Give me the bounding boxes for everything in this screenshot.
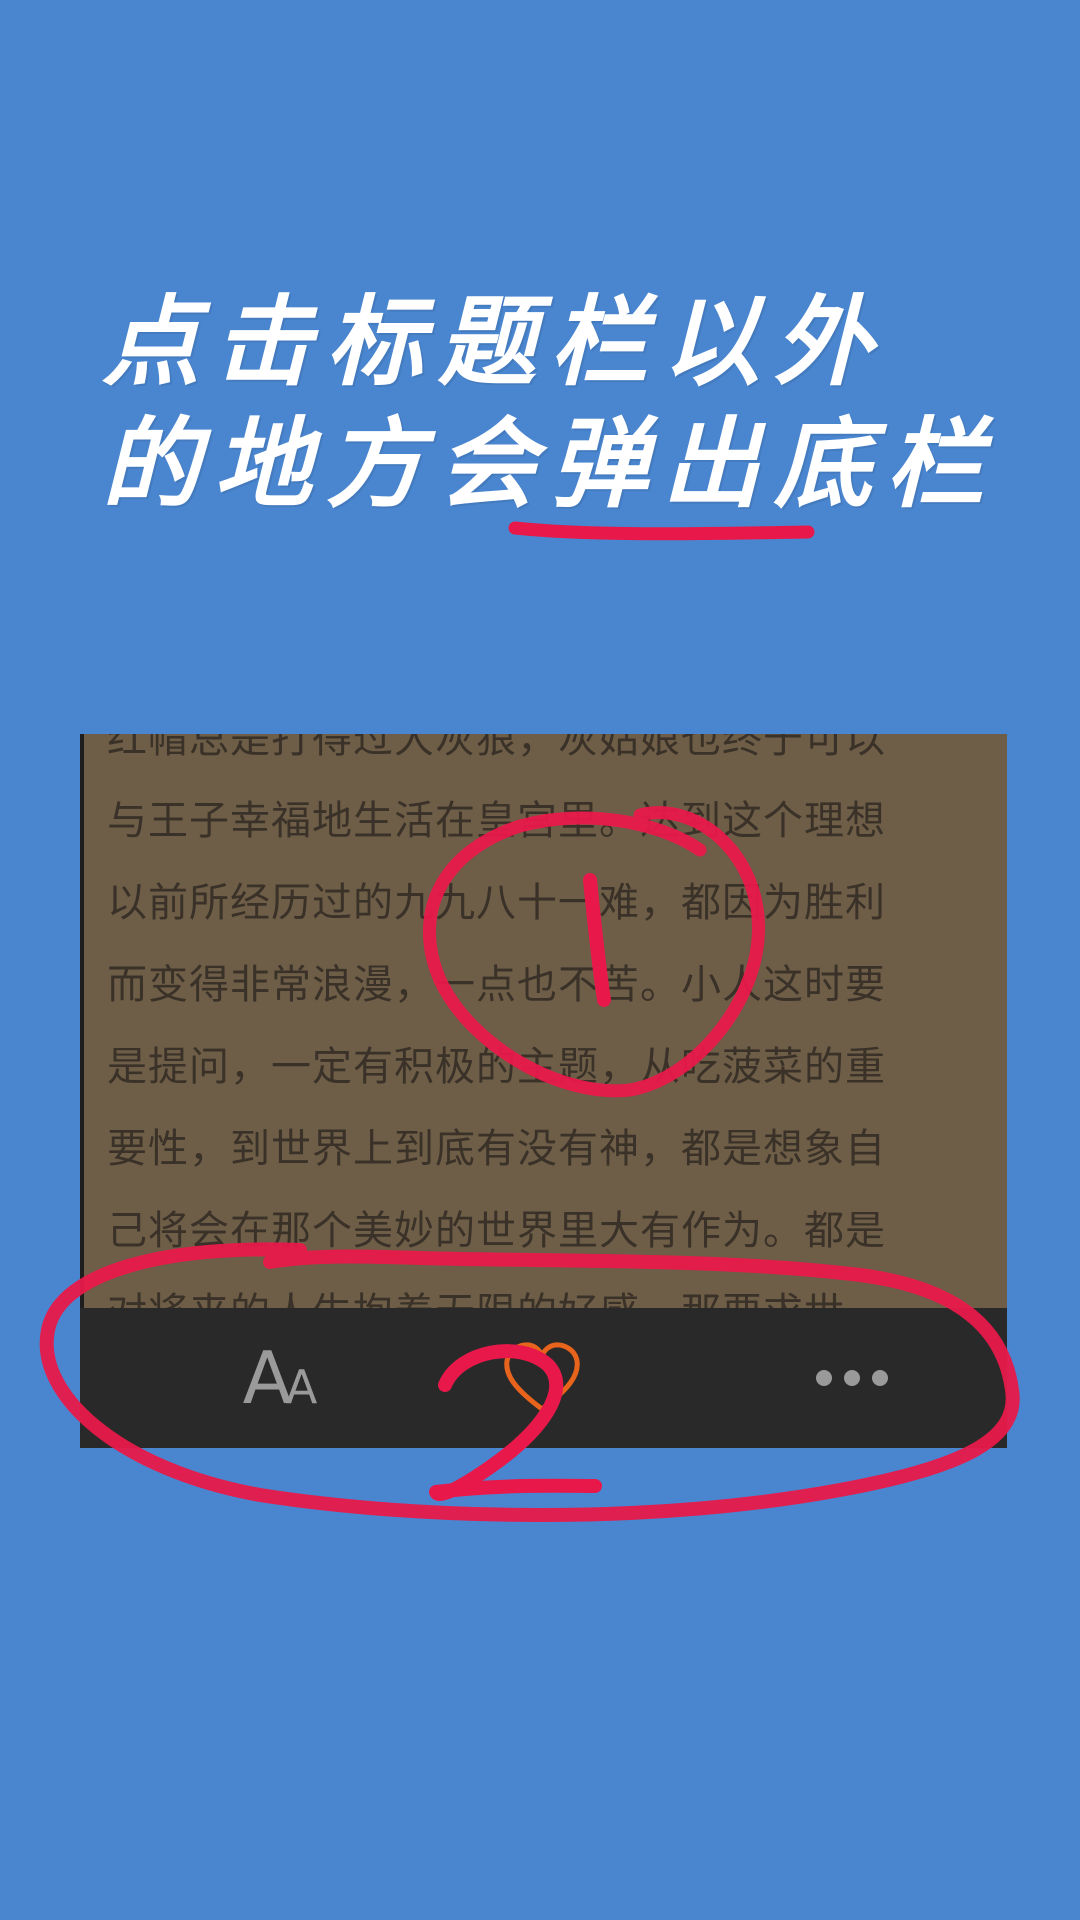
text-line: 与王子幸福地生活在皇宫里。达到这个理想 — [107, 798, 886, 844]
headline-line-1: 点击标题栏以外 — [102, 285, 887, 400]
text-line: 以前所经历过的九九八十一难，都因为胜利 — [107, 880, 886, 926]
text-line: 而变得非常浪漫，一点也不苦。小人这时要 — [107, 962, 886, 1008]
bottom-toolbar: AA — [80, 1308, 1007, 1448]
font-size-icon: AA — [242, 1336, 318, 1420]
reading-content[interactable]: 红帽总是打得过大灰狼，灰姑娘也终于可以 与王子幸福地生活在皇宫里。达到这个理想 … — [107, 734, 987, 1354]
heart-outline-icon — [504, 1342, 580, 1412]
more-dots-icon — [816, 1370, 888, 1386]
text-line: 是提问，一定有积极的主题，从吃菠菜的重 — [107, 1044, 886, 1090]
more-button[interactable] — [772, 1308, 932, 1448]
text-line: 己将会在那个美妙的世界里大有作为。都是 — [107, 1208, 886, 1254]
headline-line-2: 的地方会弹出底栏 — [102, 407, 999, 522]
headline: 点击标题栏以外 的地方会弹出底栏 — [102, 282, 1002, 526]
reader-screenshot: 红帽总是打得过大灰狼，灰姑娘也终于可以 与王子幸福地生活在皇宫里。达到这个理想 … — [80, 734, 1007, 1448]
favorite-button[interactable] — [462, 1308, 622, 1448]
text-line: 红帽总是打得过大灰狼，灰姑娘也终于可以 — [107, 734, 886, 762]
text-line: 要性，到世界上到底有没有神，都是想象自 — [107, 1126, 886, 1172]
underline-stroke — [508, 521, 815, 541]
font-size-button[interactable]: AA — [200, 1308, 360, 1448]
